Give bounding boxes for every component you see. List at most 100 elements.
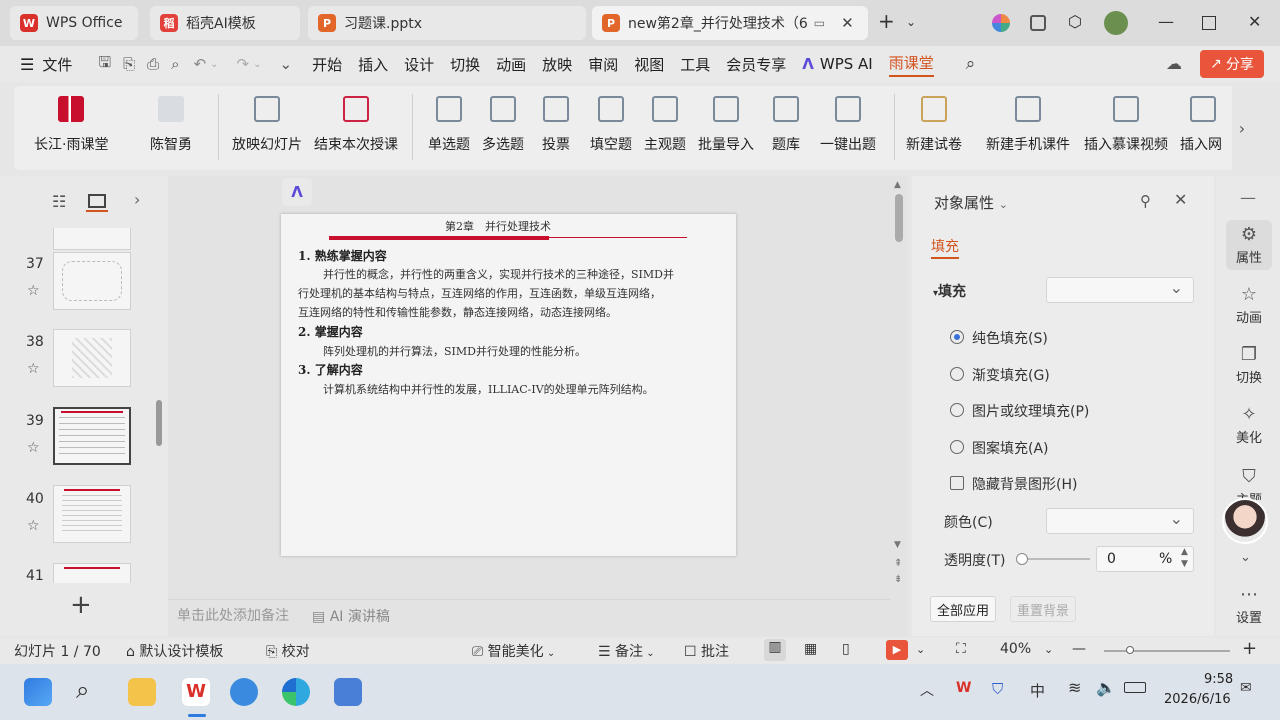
prev-slide-icon[interactable]: ⇞ bbox=[894, 558, 902, 569]
preview-icon[interactable]: ⌕ bbox=[171, 55, 179, 73]
ai-speech-button[interactable]: ▤ AI 演讲稿 bbox=[312, 606, 390, 626]
sidebar-transition[interactable]: ❐ 切换 bbox=[1226, 344, 1272, 386]
subjective-button[interactable]: 主观题 bbox=[644, 96, 686, 154]
menu-transition[interactable]: 切换 bbox=[450, 54, 480, 75]
share-button[interactable]: ↗ 分享 bbox=[1200, 50, 1264, 78]
zoom-in-icon[interactable]: + bbox=[1242, 638, 1257, 659]
maximize-icon[interactable] bbox=[1202, 16, 1216, 30]
thumb-slide-41[interactable] bbox=[53, 563, 131, 583]
menu-file[interactable]: 文件 bbox=[42, 54, 72, 75]
fit-window-icon[interactable]: ⛶ bbox=[956, 641, 966, 657]
star-icon[interactable]: ☆ bbox=[27, 440, 40, 456]
option-label[interactable]: 图片或纹理填充(P) bbox=[972, 401, 1089, 421]
ribbon-scroll-right-icon[interactable]: › bbox=[1232, 86, 1252, 170]
insert-mooc-video-button[interactable]: 插入慕课视频 bbox=[1084, 96, 1168, 154]
color-dropdown[interactable] bbox=[1046, 508, 1194, 534]
ime-indicator[interactable]: 中 bbox=[1030, 680, 1045, 701]
zoom-out-icon[interactable]: — bbox=[1072, 641, 1086, 657]
chevron-down-icon[interactable]: ⌄ bbox=[1240, 550, 1251, 565]
menu-tools[interactable]: 工具 bbox=[680, 54, 710, 75]
scroll-down-icon[interactable]: ▼ bbox=[894, 540, 901, 550]
share-link-icon[interactable]: ⎘ bbox=[123, 55, 135, 73]
tab-fill[interactable]: 填充 bbox=[931, 236, 959, 256]
smart-beautify-button[interactable]: ⎚ 智能美化 ⌄ bbox=[472, 641, 555, 661]
normal-view-icon[interactable]: ▥ bbox=[764, 639, 786, 661]
clock-date[interactable]: 2026/6/16 bbox=[1164, 692, 1231, 707]
close-tab-icon[interactable]: ✕ bbox=[841, 14, 854, 32]
option-label[interactable]: 纯色填充(S) bbox=[972, 328, 1048, 348]
menu-slideshow[interactable]: 放映 bbox=[542, 54, 572, 75]
zoom-slider-handle[interactable] bbox=[1126, 646, 1134, 654]
menu-rain-classroom[interactable]: 雨课堂 bbox=[888, 52, 934, 77]
app-icon[interactable] bbox=[334, 678, 362, 706]
wps-taskbar-icon[interactable]: W bbox=[182, 678, 210, 706]
star-icon[interactable]: ☆ bbox=[27, 361, 40, 377]
hamburger-icon[interactable]: ☰ bbox=[20, 55, 34, 74]
hide-bg-checkbox[interactable] bbox=[950, 476, 964, 490]
menu-review[interactable]: 审阅 bbox=[588, 54, 618, 75]
more-dropdown-icon[interactable]: ⌄ bbox=[280, 55, 293, 73]
sidebar-settings[interactable]: ⋯ 设置 bbox=[1226, 584, 1272, 626]
apply-all-button[interactable]: 全部应用 bbox=[930, 596, 997, 622]
chevron-down-icon[interactable]: ⌄ bbox=[916, 643, 925, 656]
hide-bg-label[interactable]: 隐藏背景图形(H) bbox=[972, 474, 1077, 494]
star-icon[interactable]: ☆ bbox=[27, 518, 40, 534]
undo-dropdown-icon[interactable]: ⌄ bbox=[210, 59, 218, 70]
tab-wps-office[interactable]: W WPS Office bbox=[10, 6, 138, 40]
comments-button[interactable]: ☐ 批注 bbox=[684, 641, 729, 661]
collapse-panel-icon[interactable]: › bbox=[134, 190, 140, 209]
option-label[interactable]: 图案填充(A) bbox=[972, 438, 1049, 458]
thumb-slide-37[interactable] bbox=[53, 252, 131, 310]
windows-start-icon[interactable] bbox=[24, 678, 52, 706]
star-icon[interactable]: ☆ bbox=[27, 283, 40, 299]
sidebar-animation[interactable]: ☆ 动画 bbox=[1226, 284, 1272, 326]
close-window-icon[interactable]: ✕ bbox=[1248, 12, 1261, 31]
user-button[interactable]: 陈智勇 bbox=[150, 96, 192, 154]
assistant-avatar[interactable] bbox=[1222, 498, 1268, 544]
pin-icon[interactable]: ⚲ bbox=[1140, 192, 1151, 210]
reset-bg-button[interactable]: 重置背景 bbox=[1010, 596, 1077, 622]
file-explorer-icon[interactable] bbox=[128, 678, 156, 706]
next-slide-icon[interactable]: ⇟ bbox=[894, 574, 902, 585]
refresh-app-icon[interactable] bbox=[230, 678, 258, 706]
sidebar-theme[interactable]: ⛉主题 bbox=[1226, 466, 1272, 500]
multi-choice-button[interactable]: 多选题 bbox=[482, 96, 524, 154]
fill-type-dropdown[interactable] bbox=[1046, 277, 1194, 303]
reading-view-icon[interactable]: ▯ bbox=[842, 641, 850, 657]
sidebar-beautify[interactable]: ✧ 美化 bbox=[1226, 404, 1272, 446]
redo-icon[interactable]: ↷ bbox=[237, 55, 250, 73]
wifi-icon[interactable]: ≋ bbox=[1068, 678, 1081, 697]
tab-current-ppt[interactable]: P new第2章_并行处理技术（6 ▭ ✕ bbox=[592, 6, 868, 40]
wps-tray-icon[interactable]: W bbox=[956, 680, 971, 696]
slide-canvas[interactable]: 第2章 并行处理技术 1. 熟练掌握内容 并行性的概念，并行性的两重含义，实现并… bbox=[281, 214, 736, 556]
panel-title[interactable]: 对象属性 ⌄ bbox=[934, 192, 1008, 213]
thumb-prev[interactable] bbox=[53, 228, 131, 250]
menu-home[interactable]: 开始 bbox=[312, 54, 342, 75]
minimize-sidebar-icon[interactable]: — bbox=[1240, 188, 1256, 207]
menu-animation[interactable]: 动画 bbox=[496, 54, 526, 75]
window-switch-icon[interactable] bbox=[1030, 15, 1046, 31]
sidebar-properties[interactable]: ⚙ 属性 bbox=[1226, 220, 1272, 270]
fill-section-header[interactable]: ▾填充 bbox=[933, 281, 966, 301]
menu-wps-ai[interactable]: WPS AI bbox=[820, 55, 873, 73]
play-slideshow-icon[interactable]: ▶ bbox=[886, 640, 908, 660]
undo-icon[interactable]: ↶ bbox=[194, 55, 207, 73]
cube-icon[interactable]: ⬡ bbox=[1068, 12, 1082, 31]
sorter-view-icon[interactable]: ▦ bbox=[804, 641, 817, 657]
avatar[interactable] bbox=[1104, 11, 1128, 35]
one-click-question-button[interactable]: 一键出题 bbox=[820, 96, 876, 154]
radio-gradient-fill[interactable] bbox=[950, 367, 964, 381]
shield-icon[interactable]: ⛉ bbox=[992, 680, 1003, 698]
scroll-up-icon[interactable]: ▲ bbox=[894, 180, 901, 190]
chevron-down-icon[interactable]: ⌄ bbox=[1044, 643, 1053, 656]
outline-view-icon[interactable]: ☷ bbox=[52, 192, 66, 211]
print-icon[interactable]: ⎙ bbox=[147, 55, 159, 73]
fill-blank-button[interactable]: 填空题 bbox=[590, 96, 632, 154]
notes-button[interactable]: ☰ 备注 ⌄ bbox=[598, 641, 655, 661]
new-tab-icon[interactable]: + bbox=[878, 9, 895, 33]
play-slides-button[interactable]: 放映幻灯片 bbox=[232, 96, 302, 154]
wps-ai-float-icon[interactable]: Ʌ bbox=[282, 178, 312, 206]
search-icon[interactable]: ⌕ bbox=[76, 676, 89, 704]
edge-browser-icon[interactable] bbox=[282, 678, 310, 706]
add-slide-icon[interactable]: + bbox=[70, 590, 92, 620]
